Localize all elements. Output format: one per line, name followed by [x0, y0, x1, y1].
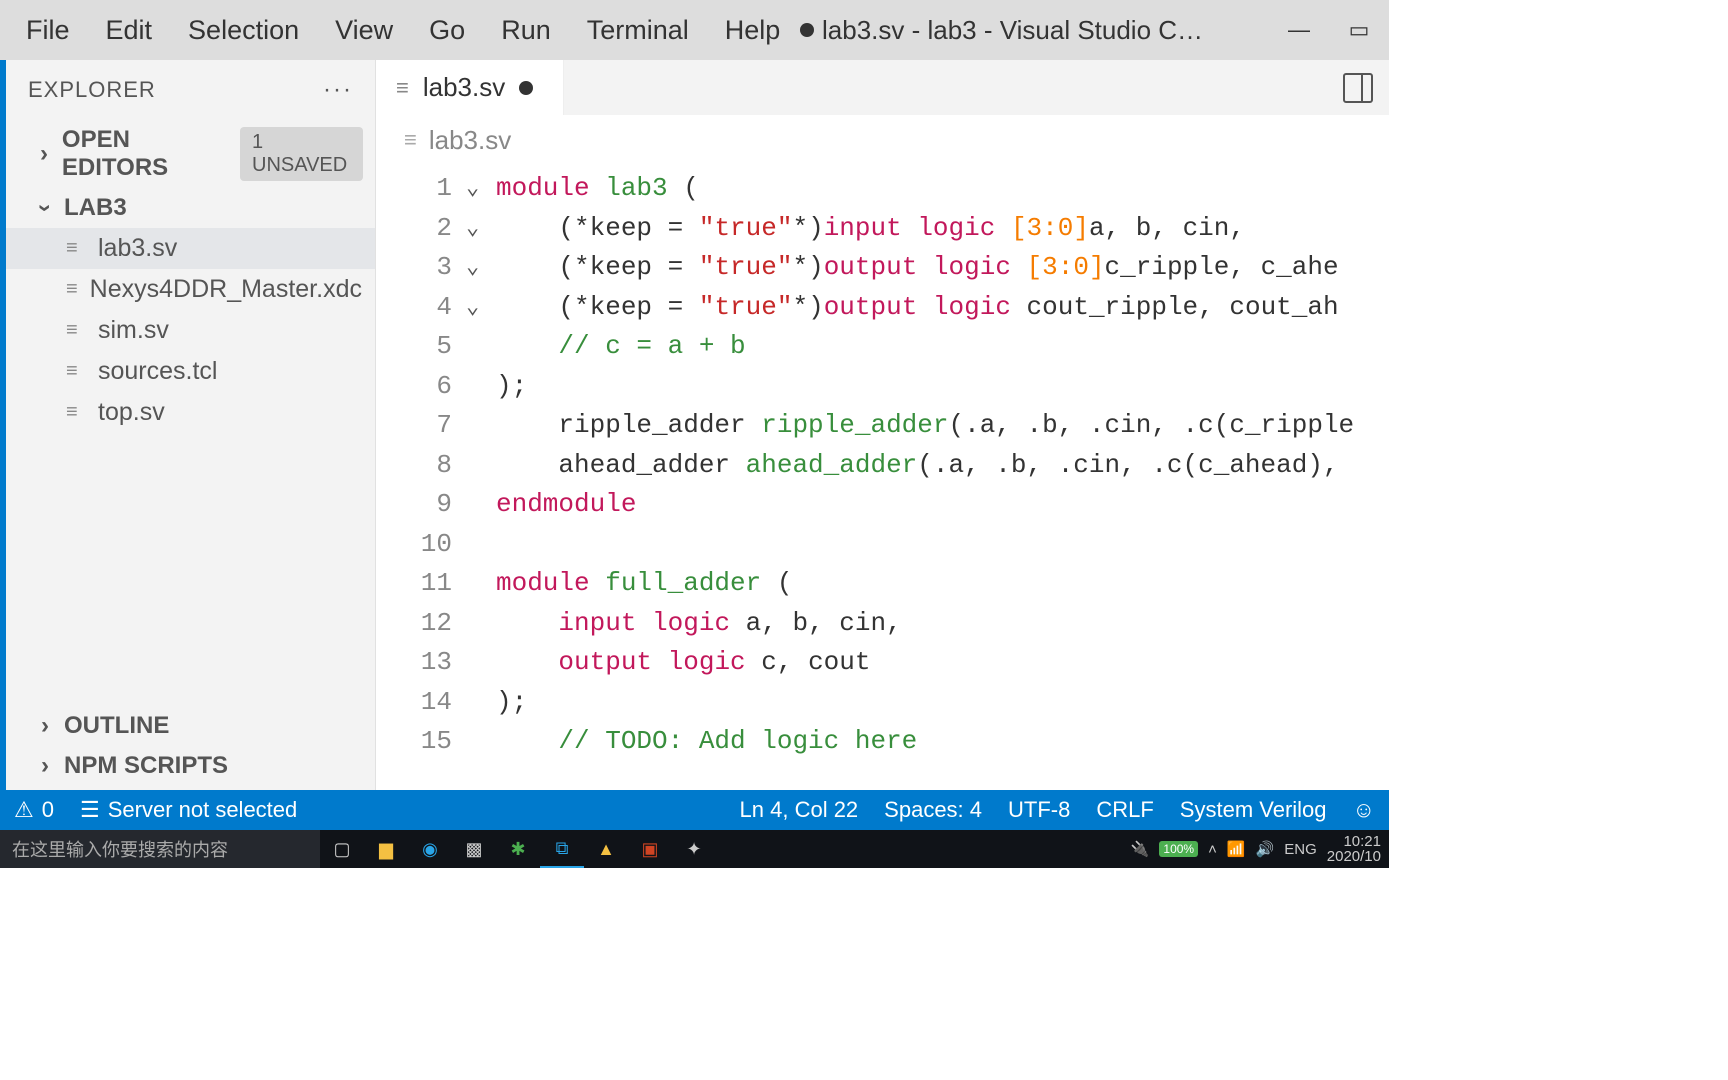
file-sim[interactable]: ≡ sim.sv	[6, 310, 375, 351]
file-icon: ≡	[66, 319, 86, 342]
breadcrumb-text: lab3.sv	[429, 125, 511, 156]
open-editors-section[interactable]: › OPEN EDITORS 1 UNSAVED	[6, 120, 375, 188]
more-icon[interactable]: ···	[323, 76, 353, 104]
file-lab3[interactable]: ≡ lab3.sv	[6, 228, 375, 269]
windows-taskbar: 在这里输入你要搜索的内容 ▢ ▆ ◉ ▩ ✱ ⧉ ▲ ▣ ✦ 🔌 100% ˄ …	[0, 830, 1389, 868]
status-language[interactable]: System Verilog	[1180, 797, 1327, 823]
server-icon: ☰	[80, 797, 100, 823]
maximize-button[interactable]: ▭	[1329, 0, 1389, 60]
editor: ≡ lab3.sv ≡ lab3.sv 12345678910111213141…	[376, 60, 1389, 790]
file-name: top.sv	[98, 398, 165, 427]
tab-lab3[interactable]: ≡ lab3.sv	[376, 60, 564, 115]
ime-indicator[interactable]: ENG	[1284, 841, 1317, 858]
file-name: sim.sv	[98, 316, 169, 345]
chevron-right-icon: ›	[36, 140, 52, 168]
wechat-icon[interactable]: ✱	[496, 830, 540, 868]
file-icon: ≡	[66, 278, 78, 301]
file-sources[interactable]: ≡ sources.tcl	[6, 351, 375, 392]
open-editors-label: OPEN EDITORS	[62, 126, 222, 182]
menu-edit[interactable]: Edit	[88, 0, 171, 60]
menu-help[interactable]: Help	[707, 0, 799, 60]
vscode-icon[interactable]: ⧉	[540, 830, 584, 868]
unsaved-badge: 1 UNSAVED	[240, 127, 363, 181]
status-position[interactable]: Ln 4, Col 22	[740, 797, 859, 823]
app-icon[interactable]: ✦	[672, 830, 716, 868]
chevron-right-icon: ›	[36, 712, 54, 740]
file-name: Nexys4DDR_Master.xdc	[90, 275, 362, 304]
file-icon: ≡	[396, 75, 409, 101]
breadcrumb[interactable]: ≡ lab3.sv	[376, 115, 1389, 165]
menu-file[interactable]: File	[8, 0, 88, 60]
chevron-right-icon: ›	[36, 752, 54, 780]
file-nexys[interactable]: ≡ Nexys4DDR_Master.xdc	[6, 269, 375, 310]
chevron-down-icon: ›	[31, 199, 59, 217]
editor-tabs: ≡ lab3.sv	[376, 60, 1389, 115]
code-lines[interactable]: module lab3 ( (*keep = "true"*)input log…	[496, 165, 1389, 790]
search-placeholder: 在这里输入你要搜索的内容	[12, 836, 228, 862]
window-title: lab3.sv - lab3 - Visual Studio C…	[800, 15, 1203, 46]
powerpoint-icon[interactable]: ▣	[628, 830, 672, 868]
edge-icon[interactable]: ◉	[408, 830, 452, 868]
explorer-icon[interactable]: ▆	[364, 830, 408, 868]
sidebar-title: EXPLORER	[28, 77, 156, 103]
file-name: sources.tcl	[98, 357, 217, 386]
npm-label: NPM SCRIPTS	[64, 752, 228, 780]
fold-column[interactable]: ⌄⌄⌄⌄	[466, 165, 496, 790]
menu-selection[interactable]: Selection	[170, 0, 317, 60]
clock-date[interactable]: 2020/10	[1327, 849, 1381, 864]
volume-icon[interactable]: 🔊	[1256, 840, 1275, 858]
warning-icon: ⚠	[14, 797, 34, 823]
file-icon: ≡	[404, 127, 417, 153]
battery-level: 100%	[1159, 841, 1198, 857]
minimize-button[interactable]: —	[1269, 0, 1329, 60]
network-icon[interactable]: 📶	[1227, 840, 1246, 858]
status-eol[interactable]: CRLF	[1096, 797, 1153, 823]
tray-chevron-icon[interactable]: ˄	[1208, 841, 1217, 858]
modified-dot-icon	[800, 23, 814, 37]
window-title-text: lab3.sv - lab3 - Visual Studio C…	[822, 15, 1203, 46]
menu-terminal[interactable]: Terminal	[569, 0, 707, 60]
taskbar-search[interactable]: 在这里输入你要搜索的内容	[0, 830, 320, 868]
status-encoding[interactable]: UTF-8	[1008, 797, 1070, 823]
file-name: lab3.sv	[98, 234, 177, 263]
battery-icon: 🔌	[1131, 840, 1150, 858]
outline-section[interactable]: › OUTLINE	[6, 706, 375, 746]
outline-label: OUTLINE	[64, 712, 169, 740]
file-top[interactable]: ≡ top.sv	[6, 392, 375, 433]
tab-label: lab3.sv	[423, 72, 505, 103]
code-area[interactable]: 123456789101112131415 ⌄⌄⌄⌄ module lab3 (…	[376, 165, 1389, 790]
titlebar: File Edit Selection View Go Run Terminal…	[0, 0, 1389, 60]
system-tray[interactable]: 🔌 100% ˄ 📶 🔊 ENG 10:21 2020/10	[1131, 834, 1389, 864]
clock-time[interactable]: 10:21	[1327, 834, 1381, 849]
status-server[interactable]: ☰ Server not selected	[80, 797, 297, 823]
dirty-dot-icon	[519, 81, 533, 95]
folder-label: LAB3	[64, 194, 127, 222]
line-gutter: 123456789101112131415	[376, 165, 466, 790]
window-controls: — ▭	[1269, 0, 1389, 60]
menu-run[interactable]: Run	[483, 0, 569, 60]
app-icon[interactable]: ▩	[452, 830, 496, 868]
file-icon: ≡	[66, 237, 86, 260]
sidebar: EXPLORER ··· › OPEN EDITORS 1 UNSAVED › …	[6, 60, 376, 790]
status-warnings[interactable]: ⚠ 0	[14, 797, 54, 823]
npm-section[interactable]: › NPM SCRIPTS	[6, 746, 375, 790]
status-feedback-icon[interactable]: ☺	[1353, 797, 1375, 823]
file-icon: ≡	[66, 360, 86, 383]
app-icon[interactable]: ▲	[584, 830, 628, 868]
file-icon: ≡	[66, 401, 86, 424]
split-editor-icon[interactable]	[1343, 73, 1373, 103]
status-bar: ⚠ 0 ☰ Server not selected Ln 4, Col 22 S…	[0, 790, 1389, 830]
menu-view[interactable]: View	[317, 0, 411, 60]
folder-section[interactable]: › LAB3	[6, 188, 375, 228]
status-spaces[interactable]: Spaces: 4	[884, 797, 982, 823]
menu-go[interactable]: Go	[411, 0, 483, 60]
taskview-icon[interactable]: ▢	[320, 830, 364, 868]
